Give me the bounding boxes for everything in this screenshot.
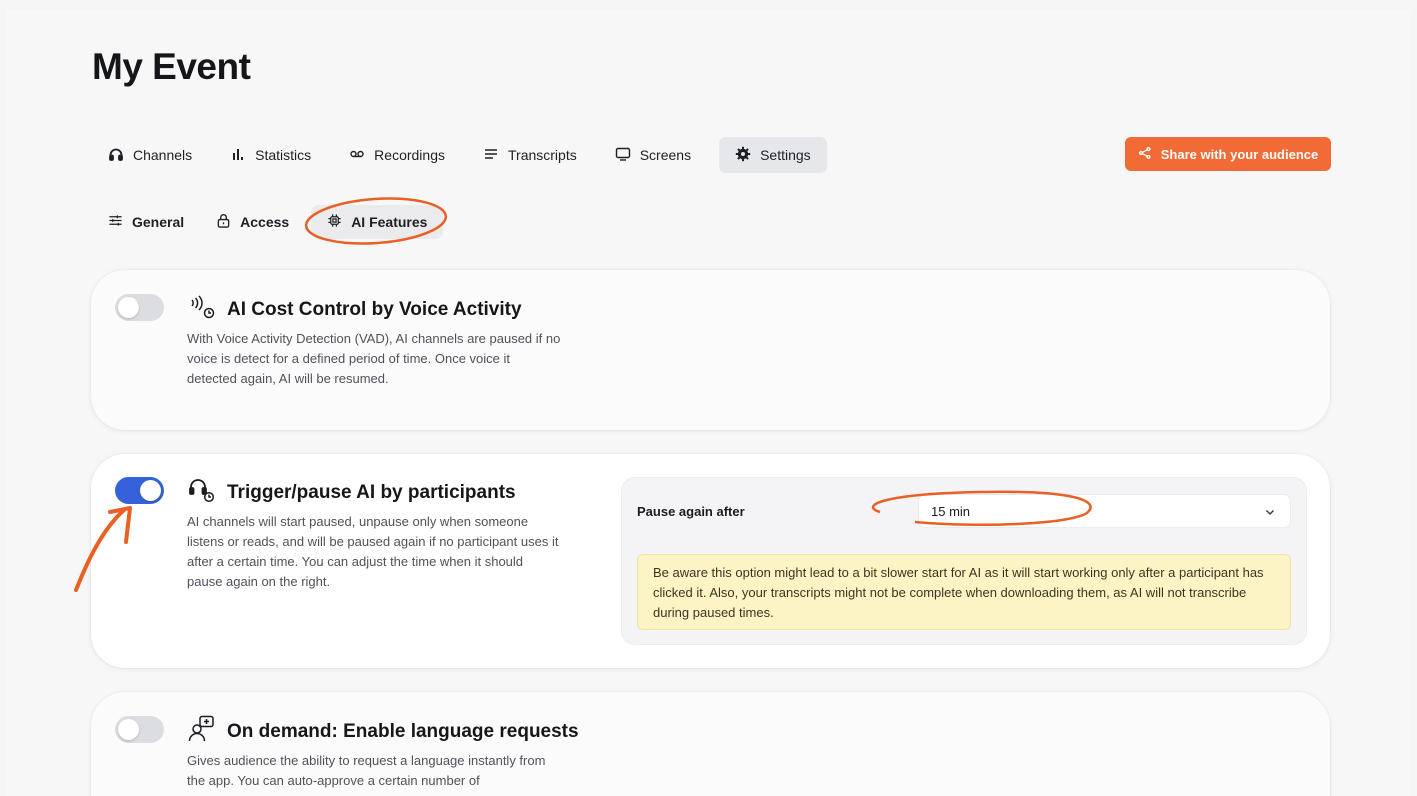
share-button-label: Share with your audience xyxy=(1160,146,1319,162)
tab-label: Channels xyxy=(133,147,193,163)
feature-description: Gives audience the ability to request a … xyxy=(187,753,546,788)
main-tabs: Channels Statistics Recordings Transcrip… xyxy=(98,137,845,173)
feature-description: With Voice Activity Detection (VAD), AI … xyxy=(187,331,561,386)
tab-label: Transcripts xyxy=(508,147,577,163)
voice-timer-icon xyxy=(187,292,217,327)
tab-label: Statistics xyxy=(255,147,312,163)
subtab-label: Access xyxy=(240,214,290,230)
tab-transcripts[interactable]: Transcripts xyxy=(473,137,587,173)
sliders-icon xyxy=(108,213,123,231)
share-with-audience-button[interactable]: Share with your audience xyxy=(1125,137,1331,171)
feature-card-language-requests: On demand: Enable language requests Give… xyxy=(91,692,1330,796)
lines-icon xyxy=(483,146,499,165)
trigger-pause-toggle[interactable] xyxy=(115,477,164,504)
settings-subtabs: General Access AI Features xyxy=(98,205,455,239)
user-request-icon xyxy=(187,714,217,749)
toggle-knob xyxy=(140,480,161,501)
feature-card-trigger-pause: Trigger/pause AI by participants AI chan… xyxy=(91,454,1330,668)
feature-title: On demand: Enable language requests xyxy=(227,720,579,742)
share-icon xyxy=(1138,146,1152,163)
feature-card-voice-activity: AI Cost Control by Voice Activity With V… xyxy=(91,270,1330,430)
voice-activity-toggle[interactable] xyxy=(115,294,164,321)
pause-settings-panel: Pause again after 15 min Be aware this o… xyxy=(621,477,1307,645)
tab-screens[interactable]: Screens xyxy=(605,137,701,173)
toggle-knob xyxy=(118,297,139,318)
bar-chart-icon xyxy=(230,146,246,165)
pause-duration-select[interactable]: 15 min xyxy=(918,494,1291,528)
pause-again-label: Pause again after xyxy=(637,504,745,519)
feature-title: Trigger/pause AI by participants xyxy=(227,481,516,503)
feature-header: On demand: Enable language requests xyxy=(187,714,579,749)
tab-label: Recordings xyxy=(374,147,445,163)
lock-icon xyxy=(216,213,231,231)
page-title: My Event xyxy=(92,46,251,87)
tab-label: Settings xyxy=(760,147,811,163)
subtab-label: General xyxy=(132,214,185,230)
subtab-label: AI Features xyxy=(351,214,428,230)
feature-description: AI channels will start paused, unpause o… xyxy=(187,514,559,589)
chip-icon xyxy=(327,213,342,231)
pause-warning-notice: Be aware this option might lead to a bit… xyxy=(637,554,1291,630)
gear-icon xyxy=(735,146,751,165)
subtab-ai-features[interactable]: AI Features xyxy=(311,205,444,239)
monitor-icon xyxy=(615,146,631,165)
subtab-general[interactable]: General xyxy=(98,205,194,239)
tab-settings[interactable]: Settings xyxy=(719,137,827,173)
language-requests-toggle[interactable] xyxy=(115,716,164,743)
headphones-icon xyxy=(108,146,124,165)
tab-statistics[interactable]: Statistics xyxy=(220,137,321,173)
tab-label: Screens xyxy=(639,147,692,163)
tab-channels[interactable]: Channels xyxy=(98,137,202,173)
headphones-timer-icon xyxy=(187,475,217,510)
subtab-access[interactable]: Access xyxy=(206,205,299,239)
feature-title: AI Cost Control by Voice Activity xyxy=(227,298,522,320)
tab-recordings[interactable]: Recordings xyxy=(339,137,455,173)
toggle-knob xyxy=(118,719,139,740)
pause-duration-value: 15 min xyxy=(931,503,971,519)
voicemail-icon xyxy=(349,146,365,165)
feature-header: AI Cost Control by Voice Activity xyxy=(187,292,522,327)
feature-header: Trigger/pause AI by participants xyxy=(187,475,516,510)
